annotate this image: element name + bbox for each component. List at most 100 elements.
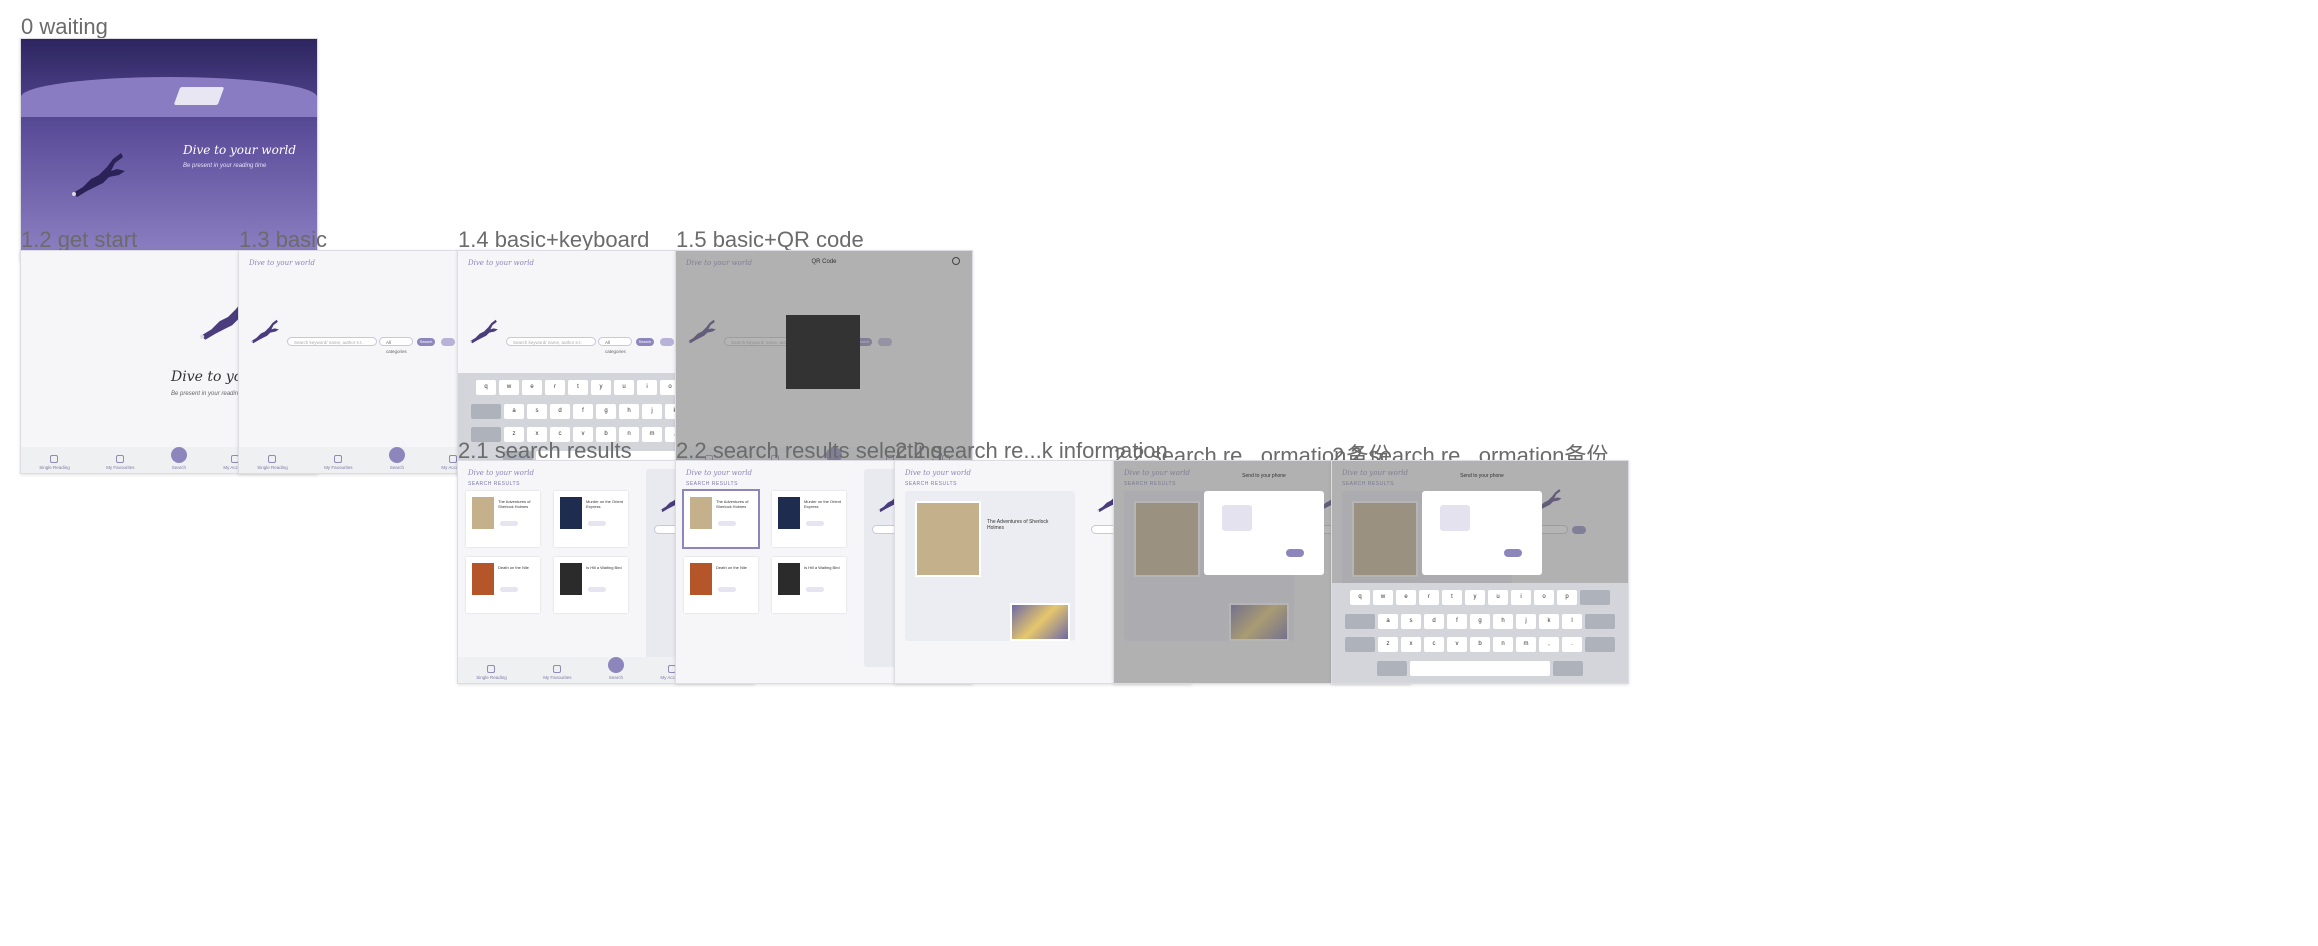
keyboard-modifier-key[interactable] xyxy=(1345,637,1375,653)
keyboard-key[interactable]: d xyxy=(1424,613,1444,629)
keyboard-key[interactable]: h xyxy=(619,403,639,419)
send-button[interactable] xyxy=(1504,549,1522,557)
keyboard-modifier-key[interactable] xyxy=(1553,660,1583,676)
keyboard-key[interactable]: r xyxy=(1419,590,1439,606)
book-card[interactable]: Death on the Nile xyxy=(684,557,758,613)
book-detail-button[interactable] xyxy=(718,587,736,592)
email-option-icon[interactable] xyxy=(1274,505,1304,531)
close-icon[interactable] xyxy=(952,257,960,265)
keyboard-key[interactable]: f xyxy=(573,403,593,419)
keyboard-key[interactable]: a xyxy=(504,403,524,419)
email-option-icon[interactable] xyxy=(1492,505,1522,531)
keyboard-key[interactable]: . xyxy=(1562,637,1582,653)
scan-button[interactable] xyxy=(660,337,674,346)
book-detail-button[interactable] xyxy=(806,587,824,592)
book-title: Murder on the Orient Express xyxy=(586,499,623,509)
keyboard-key[interactable]: t xyxy=(1442,590,1462,606)
tab-search[interactable]: Search xyxy=(170,447,187,470)
book-card[interactable]: Is Hill a Waiting Bird xyxy=(554,557,628,613)
book-detail-button[interactable] xyxy=(588,521,606,526)
keyboard-modifier-key[interactable] xyxy=(1585,613,1615,629)
keyboard-key[interactable]: s xyxy=(527,403,547,419)
keyboard-key[interactable]: u xyxy=(1488,590,1508,606)
keyboard-modifier-key[interactable] xyxy=(1585,637,1615,653)
keyboard-key[interactable]: p xyxy=(1557,590,1577,606)
keyboard-key[interactable]: w xyxy=(499,380,519,396)
tab-my-favourites[interactable]: My Favourites xyxy=(106,455,134,470)
keyboard-key[interactable]: h xyxy=(1493,613,1513,629)
book-card[interactable]: The Adventures of Sherlock Holmes xyxy=(466,491,540,547)
keyboard-key[interactable]: , xyxy=(1539,637,1559,653)
keyboard-modifier-key[interactable] xyxy=(1580,590,1610,606)
book-detail-button[interactable] xyxy=(806,521,824,526)
tab-search[interactable]: Search xyxy=(388,447,405,470)
keyboard-key[interactable]: i xyxy=(637,380,657,396)
keyboard-key[interactable]: y xyxy=(591,380,611,396)
search-input[interactable]: Search keyword/ name, author e.t. xyxy=(287,337,377,346)
category-select[interactable]: All categories xyxy=(379,337,413,354)
keyboard-key[interactable]: n xyxy=(1493,637,1513,653)
keyboard-key[interactable]: y xyxy=(1465,590,1485,606)
book-detail-button[interactable] xyxy=(500,587,518,592)
keyboard-key[interactable]: j xyxy=(642,403,662,419)
book-detail-button[interactable] xyxy=(588,587,606,592)
sms-option-icon[interactable] xyxy=(1440,505,1470,531)
keyboard-key[interactable]: x xyxy=(1401,637,1421,653)
book-detail-button[interactable] xyxy=(718,521,736,526)
artboard-modal-keyboard[interactable]: Dive to your worldSEARCH RESULTSThe Adve… xyxy=(1331,460,1629,684)
keyboard-modifier-key[interactable] xyxy=(471,403,501,419)
keyboard-key[interactable]: c xyxy=(1424,637,1444,653)
keyboard-key[interactable]: q xyxy=(476,380,496,396)
keyboard-key[interactable]: d xyxy=(550,403,570,419)
book-card[interactable]: Murder on the Orient Express xyxy=(772,491,846,547)
book-detail-button[interactable] xyxy=(500,521,518,526)
keyboard-key[interactable]: e xyxy=(522,380,542,396)
keyboard-key[interactable]: s xyxy=(1401,613,1421,629)
keyboard-key[interactable]: v xyxy=(1447,637,1467,653)
keyboard-key[interactable]: b xyxy=(1470,637,1490,653)
search-button[interactable]: Search xyxy=(417,337,435,346)
header-title: Dive to your world xyxy=(905,469,971,477)
keyboard-key[interactable]: e xyxy=(1396,590,1416,606)
book-cover xyxy=(690,497,712,529)
tab-search[interactable]: Search xyxy=(607,657,624,680)
search-button[interactable]: Search xyxy=(636,337,654,346)
book-card[interactable]: Is Hill a Waiting Bird xyxy=(772,557,846,613)
keyboard-key[interactable]: a xyxy=(1378,613,1398,629)
keyboard-key[interactable]: m xyxy=(642,427,662,443)
book-title: Is Hill a Waiting Bird xyxy=(586,565,622,570)
keyboard-key[interactable]: i xyxy=(1511,590,1531,606)
tab-my-favourites[interactable]: My Favourites xyxy=(324,455,352,470)
book-card[interactable]: The Adventures of Sherlock Holmes xyxy=(684,491,758,547)
scan-button[interactable] xyxy=(441,337,455,346)
tab-my-favourites[interactable]: My Favourites xyxy=(543,665,571,680)
keyboard-key[interactable]: t xyxy=(568,380,588,396)
keyboard-key[interactable]: q xyxy=(1350,590,1370,606)
category-select[interactable]: All categories xyxy=(598,337,632,354)
book-card[interactable]: Murder on the Orient Express xyxy=(554,491,628,547)
tab-single-reading[interactable]: Single Reading xyxy=(476,665,507,680)
tab-single-reading[interactable]: Single Reading xyxy=(257,455,288,470)
keyboard-key[interactable]: l xyxy=(1562,613,1582,629)
tab-single-reading[interactable]: Single Reading xyxy=(39,455,70,470)
keyboard-key[interactable]: k xyxy=(1539,613,1559,629)
keyboard-key[interactable]: o xyxy=(1534,590,1554,606)
keyboard-key[interactable]: f xyxy=(1447,613,1467,629)
related-book-cover[interactable] xyxy=(1010,603,1070,641)
search-input[interactable]: Search keyword/ name, author e.t. xyxy=(506,337,596,346)
keyboard-key[interactable]: g xyxy=(1470,613,1490,629)
keyboard-key[interactable]: w xyxy=(1373,590,1393,606)
keyboard-modifier-key[interactable] xyxy=(1377,660,1407,676)
keyboard-key[interactable]: g xyxy=(596,403,616,419)
tab-label: Search xyxy=(171,465,187,470)
send-button[interactable] xyxy=(1286,549,1304,557)
keyboard-key[interactable]: r xyxy=(545,380,565,396)
keyboard-modifier-key[interactable] xyxy=(1345,613,1375,629)
book-card[interactable]: Death on the Nile xyxy=(466,557,540,613)
keyboard-key[interactable]: j xyxy=(1516,613,1536,629)
keyboard-key[interactable]: z xyxy=(1378,637,1398,653)
space-key[interactable] xyxy=(1410,660,1550,676)
keyboard-key[interactable]: m xyxy=(1516,637,1536,653)
keyboard-key[interactable]: u xyxy=(614,380,634,396)
sms-option-icon[interactable] xyxy=(1222,505,1252,531)
